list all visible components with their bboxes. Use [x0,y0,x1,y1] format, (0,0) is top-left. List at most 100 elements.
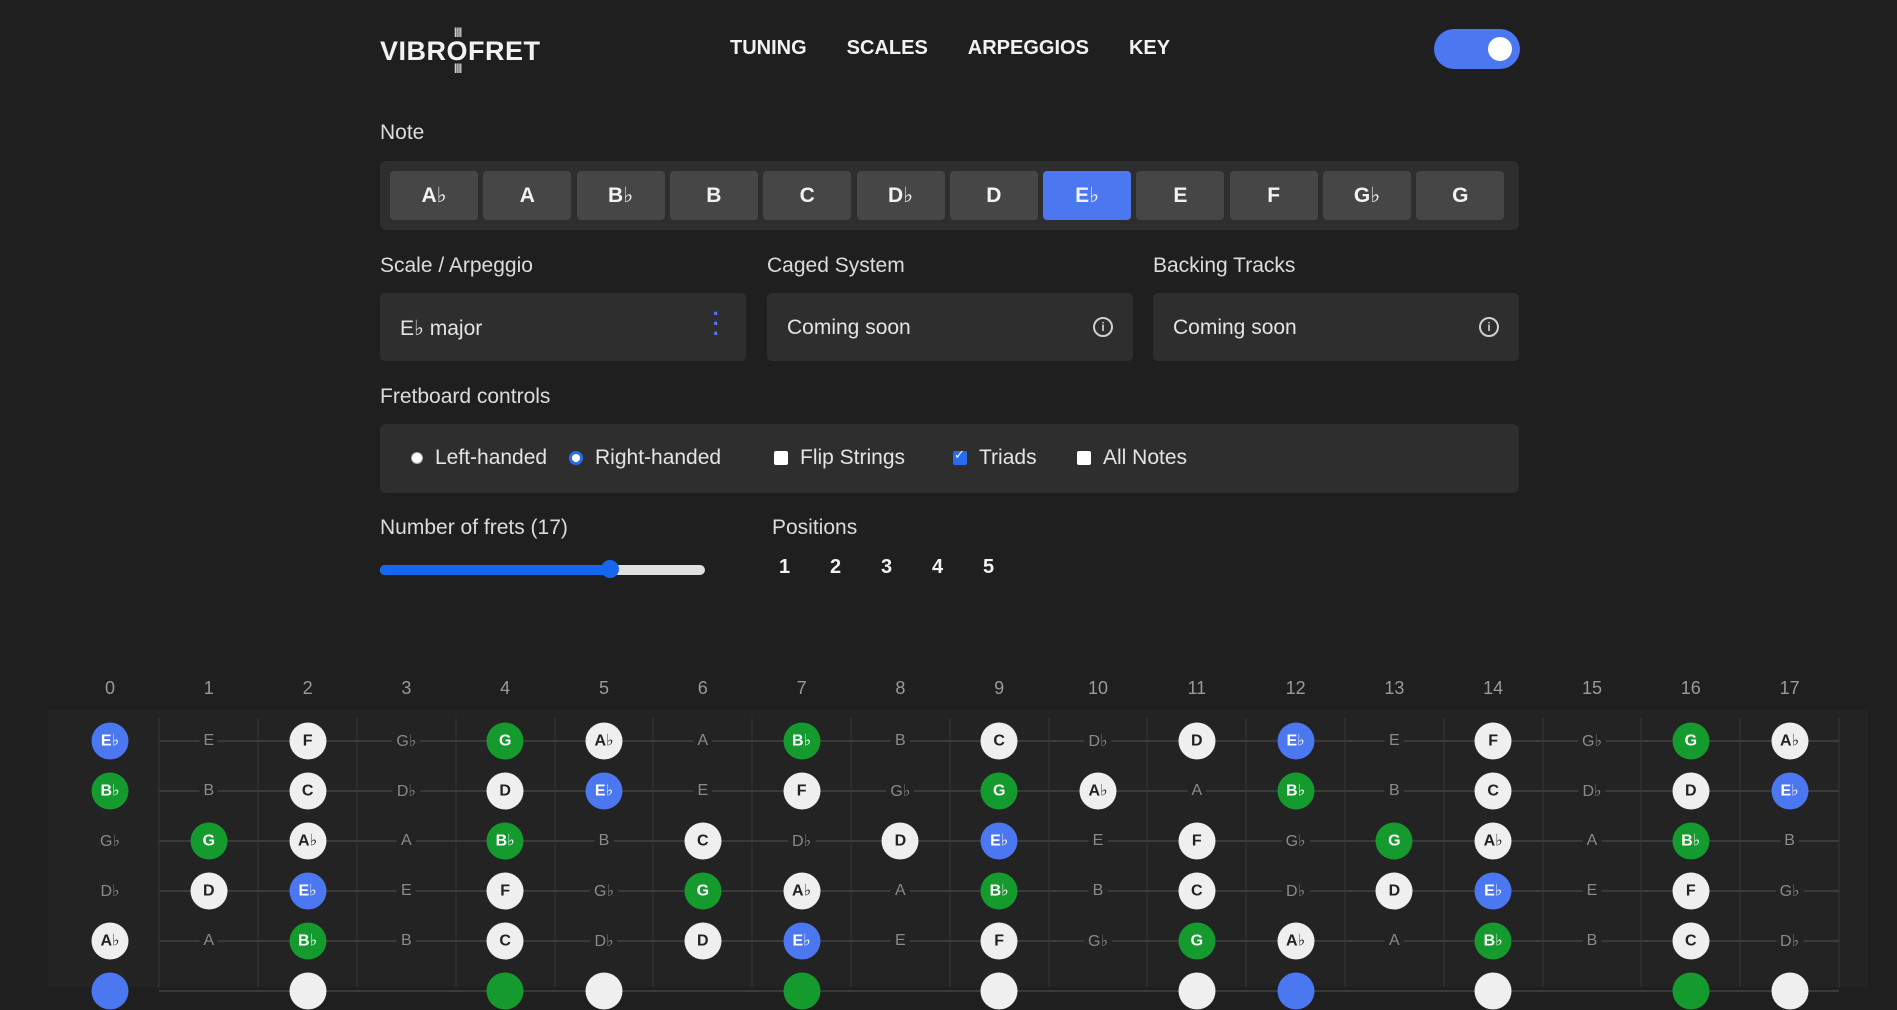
fret-note-dot[interactable]: A♭ [1474,822,1512,860]
nav-arpeggios[interactable]: ARPEGGIOS [968,37,1089,60]
fret-note-dot[interactable]: G [1178,922,1216,960]
fret-note-dot[interactable]: F [1178,822,1216,860]
fret-note-dot[interactable]: A♭ [91,922,129,960]
fret-note-dot[interactable]: B♭ [91,772,129,810]
fret-note-dot[interactable]: G [190,822,228,860]
fret-note-dot[interactable] [289,972,327,1010]
nav-key[interactable]: KEY [1129,37,1170,60]
info-icon[interactable]: i [1093,317,1113,337]
info-icon[interactable]: i [1479,317,1499,337]
fret-note-dot[interactable]: E♭ [585,772,623,810]
fret-note-dot[interactable]: F [289,722,327,760]
fret-note-dot[interactable]: B♭ [486,822,524,860]
triads-checkbox[interactable] [953,447,967,465]
fret-note-dot[interactable]: B♭ [289,922,327,960]
position-4[interactable]: 4 [932,556,983,579]
note-button[interactable]: C [763,171,852,220]
fret-note-dot[interactable]: F [1672,872,1710,910]
fret-note-dot[interactable]: D [486,772,524,810]
fret-note-dot[interactable]: G [684,872,722,910]
logo[interactable]: VIBROFRET |||| |||| [380,27,541,74]
fret-note-dot[interactable] [1277,972,1315,1010]
fret-note-dot[interactable]: E♭ [1277,722,1315,760]
triads-option[interactable]: Triads [953,446,1037,470]
fret-note-dot[interactable]: C [980,722,1018,760]
flip-strings-option[interactable]: Flip Strings [774,446,905,470]
caged-select[interactable]: Coming soon i [767,293,1133,361]
position-3[interactable]: 3 [881,556,932,579]
fret-note-dot[interactable]: C [1672,922,1710,960]
scale-select[interactable]: E♭ major · · · [380,293,746,361]
fret-note-dot[interactable] [486,972,524,1010]
fret-note-dot[interactable]: A♭ [1771,722,1809,760]
note-button[interactable]: D♭ [856,171,945,220]
note-button[interactable]: G [1416,171,1505,220]
fret-note-dot[interactable]: C [1474,772,1512,810]
fret-note-dot[interactable]: C [684,822,722,860]
fret-note-dot[interactable]: E♭ [1771,772,1809,810]
frets-slider[interactable] [380,560,705,578]
fret-note-dot[interactable]: D [190,872,228,910]
note-button[interactable]: B [669,171,758,220]
right-handed-radio[interactable] [569,451,583,465]
fret-note-dot[interactable] [783,972,821,1010]
fret-note-dot[interactable]: E♭ [91,722,129,760]
fret-note-dot[interactable]: E♭ [980,822,1018,860]
note-button[interactable]: F [1229,171,1318,220]
note-button[interactable]: B♭ [576,171,665,220]
nav-scales[interactable]: SCALES [847,37,928,60]
fret-note-dot[interactable]: A♭ [585,722,623,760]
position-5[interactable]: 5 [983,556,1034,579]
fret-note-dot[interactable]: E♭ [289,872,327,910]
all-notes-option[interactable]: All Notes [1077,446,1187,470]
nav-tuning[interactable]: TUNING [730,37,807,60]
note-button[interactable]: D [949,171,1038,220]
note-button[interactable]: E [1136,171,1225,220]
position-2[interactable]: 2 [830,556,881,579]
fret-note-dot[interactable]: A♭ [783,872,821,910]
fret-note-dot[interactable]: B♭ [783,722,821,760]
fret-note-dot[interactable]: F [783,772,821,810]
fret-note-dot[interactable]: F [980,922,1018,960]
note-button[interactable]: E♭ [1043,171,1132,220]
backing-select[interactable]: Coming soon i [1153,293,1519,361]
note-button[interactable]: A♭ [390,171,478,220]
fret-note-dot[interactable]: B♭ [1277,772,1315,810]
fret-note-dot[interactable] [91,972,129,1010]
fret-note-dot[interactable]: G [486,722,524,760]
fret-note-dot[interactable]: F [1474,722,1512,760]
fret-note-dot[interactable]: C [1178,872,1216,910]
fret-note-dot[interactable] [1672,972,1710,1010]
fret-note-dot[interactable]: D [881,822,919,860]
note-button[interactable]: A [483,171,572,220]
left-handed-radio[interactable] [411,452,423,464]
fret-note-dot[interactable]: A♭ [1079,772,1117,810]
fret-note-dot[interactable]: B♭ [1672,822,1710,860]
fret-note-dot[interactable]: B♭ [980,872,1018,910]
right-handed-option[interactable]: Right-handed [569,446,721,470]
fret-note-dot[interactable]: B♭ [1474,922,1512,960]
fret-note-dot[interactable] [1178,972,1216,1010]
flip-strings-checkbox[interactable] [774,451,788,465]
fret-note-dot[interactable]: D [1672,772,1710,810]
fret-note-dot[interactable]: E♭ [1474,872,1512,910]
fret-note-dot[interactable] [1474,972,1512,1010]
fret-note-dot[interactable]: A♭ [1277,922,1315,960]
fret-note-dot[interactable] [585,972,623,1010]
fret-note-dot[interactable]: E♭ [783,922,821,960]
fret-note-dot[interactable]: D [1178,722,1216,760]
fret-note-dot[interactable]: C [289,772,327,810]
all-notes-checkbox[interactable] [1077,451,1091,465]
fret-note-dot[interactable]: D [1375,872,1413,910]
left-handed-option[interactable]: Left-handed [411,446,547,470]
fret-note-dot[interactable] [980,972,1018,1010]
position-1[interactable]: 1 [779,556,830,579]
kebab-menu-icon[interactable]: · · · [713,303,720,345]
fret-note-dot[interactable]: D [684,922,722,960]
fret-note-dot[interactable]: A♭ [289,822,327,860]
note-button[interactable]: G♭ [1323,171,1411,220]
fret-note-dot[interactable]: F [486,872,524,910]
fret-note-dot[interactable]: G [1375,822,1413,860]
fret-note-dot[interactable]: C [486,922,524,960]
fret-note-dot[interactable]: G [1672,722,1710,760]
